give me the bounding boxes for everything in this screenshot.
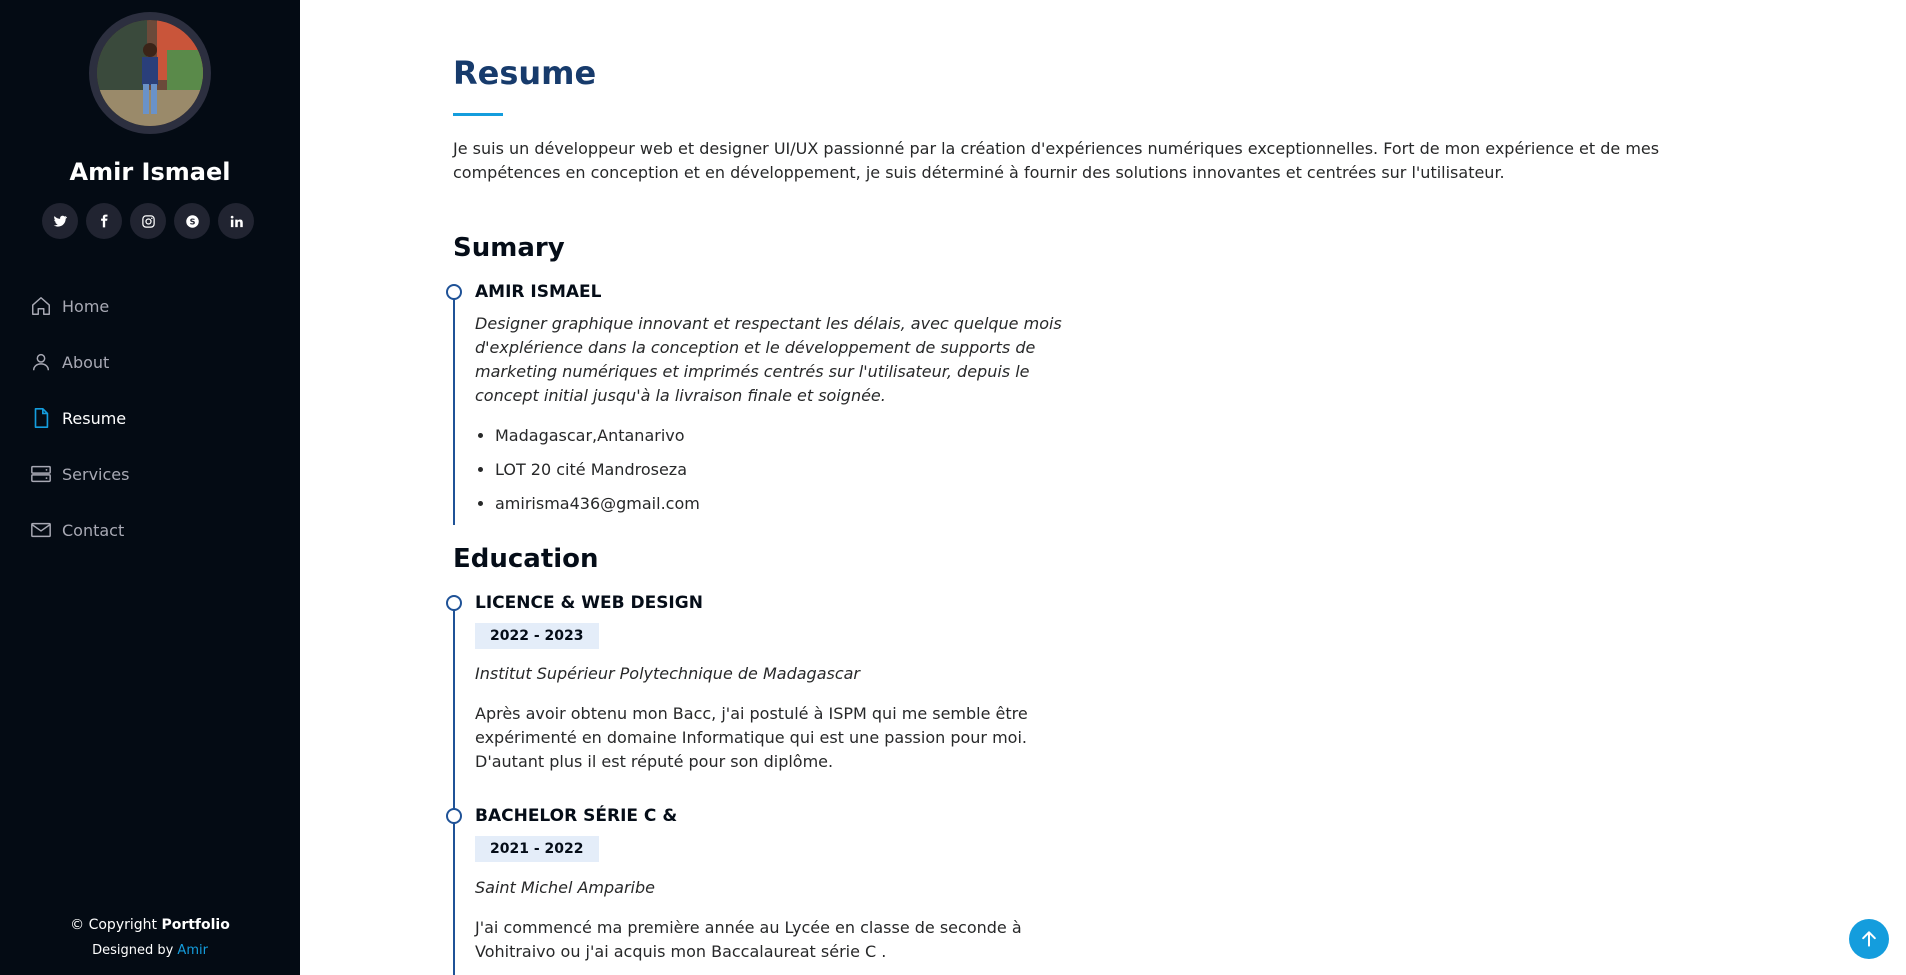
file-icon bbox=[34, 408, 49, 428]
education-timeline bbox=[453, 603, 455, 975]
envelope-icon bbox=[31, 522, 51, 538]
nav-label-resume: Resume bbox=[62, 408, 127, 428]
summary-details: Madagascar,Antanarivo LOT 20 cité Mandro… bbox=[495, 419, 700, 521]
server-icon bbox=[31, 465, 51, 483]
education-text-1: Après avoir obtenu mon Bacc, j'ai postul… bbox=[475, 704, 1028, 771]
education-heading: Education bbox=[453, 544, 599, 574]
summary-name: AMIR ISMAEL bbox=[475, 282, 602, 302]
nav-item-about[interactable]: About bbox=[30, 334, 129, 390]
avatar bbox=[89, 12, 211, 134]
education-title-1: LICENCE & WEB DESIGN bbox=[475, 593, 703, 613]
education-school-1: Institut Supérieur Polytechnique de Mada… bbox=[475, 664, 861, 683]
nav-item-home[interactable]: Home bbox=[30, 278, 129, 334]
nav-item-resume[interactable]: Resume bbox=[30, 390, 129, 446]
designer-link[interactable]: Amir bbox=[177, 943, 208, 958]
nav-label-contact: Contact bbox=[62, 520, 125, 540]
twitter-icon[interactable] bbox=[42, 203, 78, 239]
footer-brand: Portfolio bbox=[161, 917, 230, 933]
detail-email: amirisma436@gmail.com bbox=[495, 487, 700, 521]
user-icon bbox=[32, 353, 50, 371]
copyright-prefix: © Copyright bbox=[70, 917, 162, 933]
nav-label-about: About bbox=[62, 352, 110, 372]
education-dot-1 bbox=[446, 595, 462, 611]
svg-text:S: S bbox=[189, 216, 195, 226]
summary-timeline bbox=[453, 292, 455, 525]
education-period-1: 2022 - 2023 bbox=[475, 623, 599, 649]
nav-item-services[interactable]: Services bbox=[30, 446, 129, 502]
instagram-icon[interactable] bbox=[130, 203, 166, 239]
summary-heading: Sumary bbox=[453, 233, 565, 263]
detail-location: Madagascar,Antanarivo bbox=[495, 419, 700, 453]
copyright: © Copyright Portfolio bbox=[0, 913, 300, 938]
education-text-2: J'ai commencé ma première année au Lycée… bbox=[475, 918, 1022, 961]
title-underline bbox=[453, 113, 503, 116]
linkedin-icon[interactable] bbox=[218, 203, 254, 239]
education-period-2: 2021 - 2022 bbox=[475, 836, 599, 862]
social-links: S bbox=[42, 203, 254, 239]
home-icon bbox=[32, 297, 50, 315]
designed-by-prefix: Designed by bbox=[92, 943, 178, 958]
detail-address: LOT 20 cité Mandroseza bbox=[495, 453, 700, 487]
skype-icon[interactable]: S bbox=[174, 203, 210, 239]
arrow-up-icon bbox=[1862, 931, 1876, 947]
education-dot-2 bbox=[446, 808, 462, 824]
designed-by: Designed by Amir bbox=[0, 938, 300, 963]
page-title: Resume bbox=[453, 54, 597, 92]
sidebar-footer: © Copyright Portfolio Designed by Amir bbox=[0, 913, 300, 963]
main-content: Resume Je suis un développeur web et des… bbox=[300, 0, 1906, 975]
education-school-2: Saint Michel Amparibe bbox=[475, 878, 655, 897]
nav-label-services: Services bbox=[62, 464, 130, 484]
nav-menu: Home About Resume Services Contact bbox=[30, 278, 129, 558]
nav-item-contact[interactable]: Contact bbox=[30, 502, 129, 558]
summary-description: Designer graphique innovant et respectan… bbox=[475, 314, 1062, 405]
summary-dot bbox=[446, 284, 462, 300]
intro-text: Je suis un développeur web et designer U… bbox=[453, 139, 1660, 182]
nav-label-home: Home bbox=[62, 296, 110, 316]
back-to-top-button[interactable] bbox=[1849, 919, 1889, 959]
sidebar: Amir Ismael S Home About Resume Services… bbox=[0, 0, 300, 975]
profile-name: Amir Ismael bbox=[69, 158, 231, 186]
education-title-2: BACHELOR SÉRIE C & bbox=[475, 806, 678, 826]
facebook-icon[interactable] bbox=[86, 203, 122, 239]
